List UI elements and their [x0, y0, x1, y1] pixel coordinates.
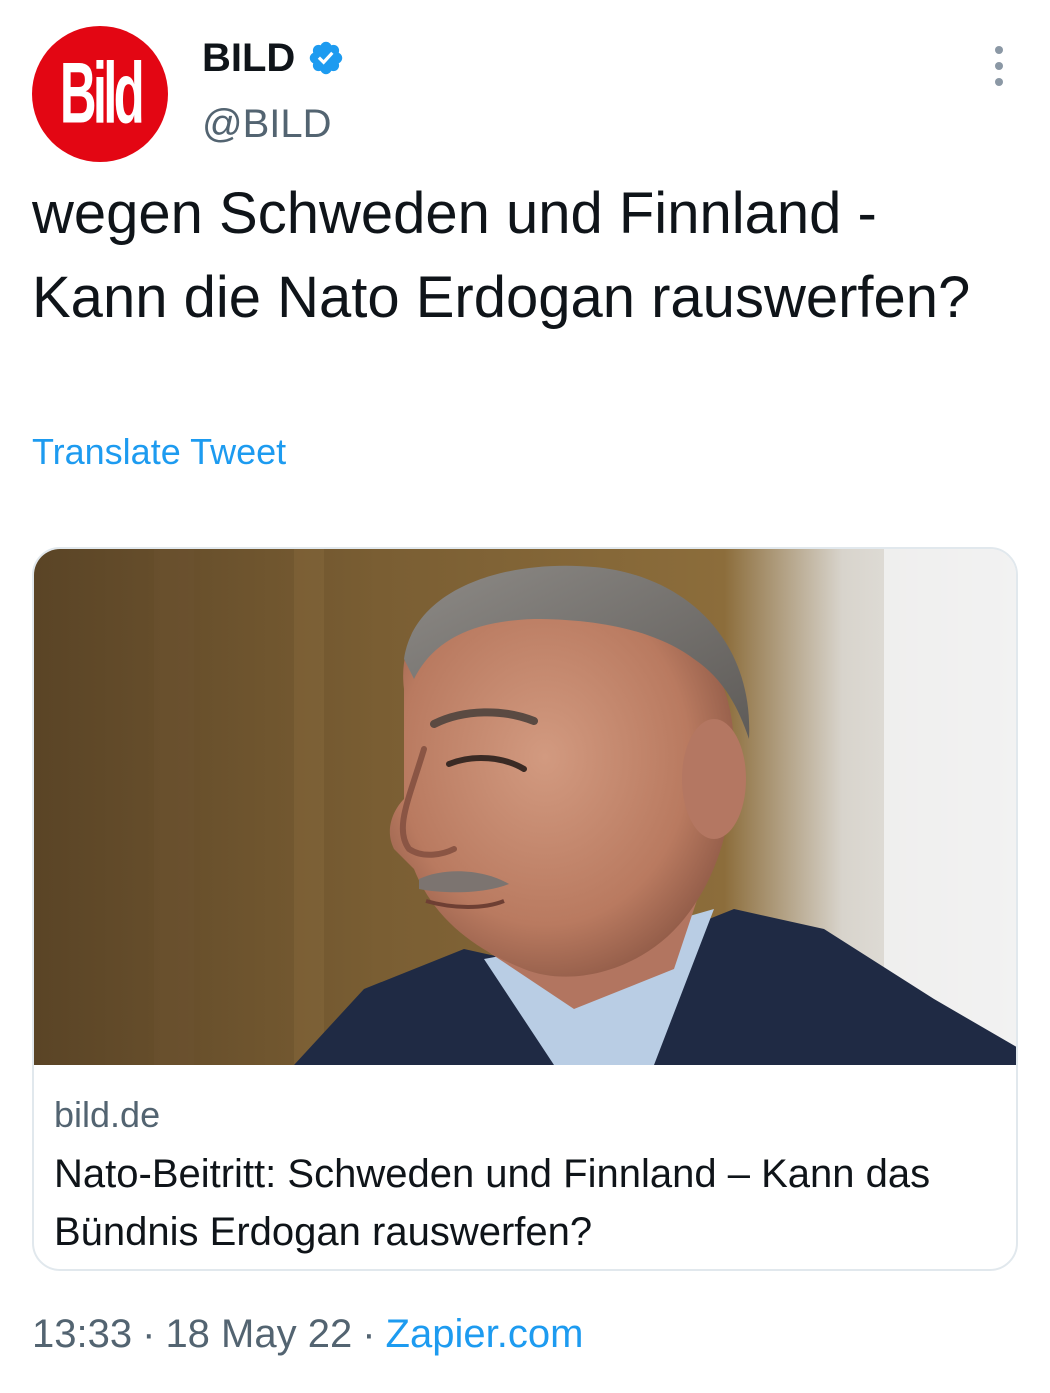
- avatar[interactable]: Bild: [32, 26, 168, 162]
- tweet-meta: 13:33 · 18 May 22 · Zapier.com: [32, 1310, 583, 1358]
- link-card[interactable]: bild.de Nato-Beitritt: Schweden und Finn…: [32, 547, 1018, 1271]
- card-meta: bild.de Nato-Beitritt: Schweden und Finn…: [54, 1095, 994, 1261]
- verified-badge-icon: [310, 41, 343, 75]
- tweet: Bild BILD @BILD wegen Schweden und Finnl…: [0, 0, 1050, 1393]
- handle[interactable]: @BILD: [202, 104, 332, 144]
- more-options-icon[interactable]: [984, 46, 1014, 86]
- avatar-logo-text: Bild: [59, 45, 144, 142]
- card-domain: bild.de: [54, 1094, 161, 1135]
- translate-tweet-link[interactable]: Translate Tweet: [32, 434, 286, 470]
- display-name[interactable]: BILD: [202, 38, 295, 78]
- separator: ·: [142, 1312, 156, 1356]
- author-name-row[interactable]: BILD: [202, 38, 345, 78]
- tweet-date[interactable]: 18 May 22: [165, 1312, 352, 1356]
- tweet-text: wegen Schweden und Finnland - Kann die N…: [32, 181, 971, 330]
- tweet-time[interactable]: 13:33: [32, 1312, 132, 1356]
- card-image[interactable]: [34, 549, 1016, 1065]
- tweet-source-link[interactable]: Zapier.com: [386, 1312, 584, 1356]
- separator: ·: [362, 1312, 376, 1356]
- card-title: Nato-Beitritt: Schweden und Finnland – K…: [54, 1152, 931, 1254]
